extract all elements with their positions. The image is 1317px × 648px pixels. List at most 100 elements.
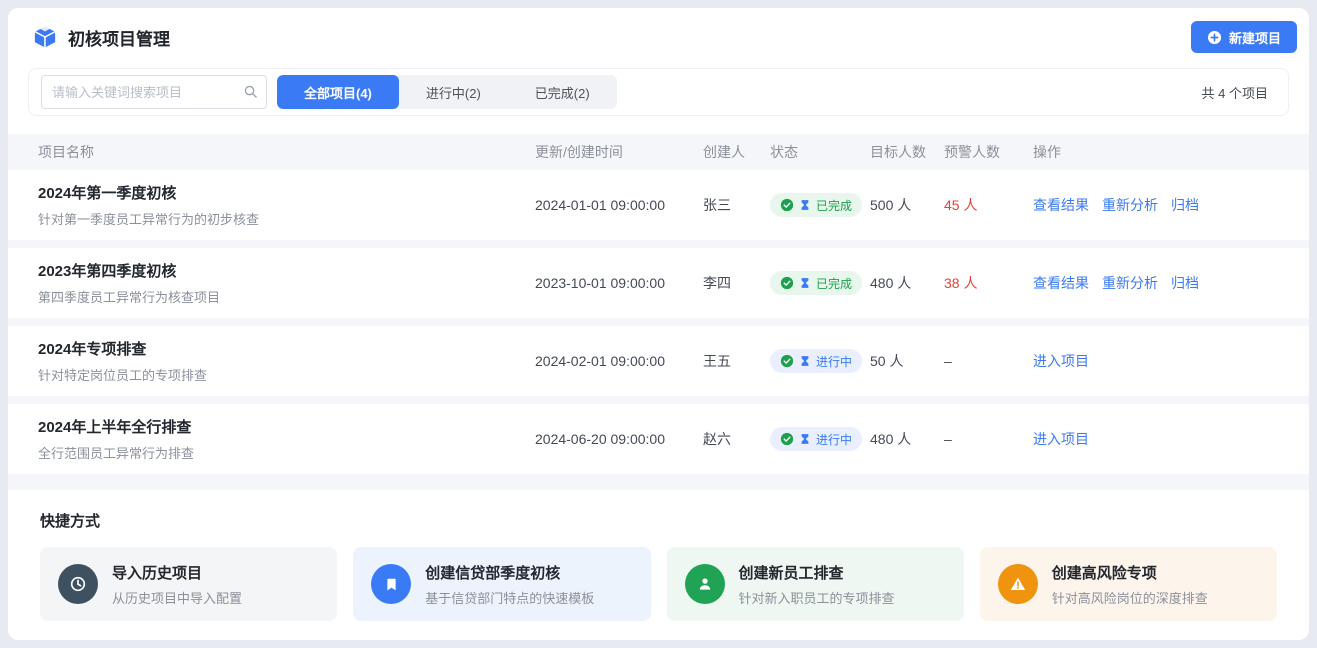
project-table: 项目名称更新/创建时间创建人状态目标人数预警人数操作 2024年第一季度初核 针… [8,134,1309,490]
row-actions: 查看结果重新分析归档 [1033,273,1279,293]
project-time: 2023-10-01 09:00:00 [535,275,703,291]
project-name: 2024年专项排查 [38,338,535,359]
column-header: 操作 [1033,142,1279,162]
shortcut-card[interactable]: 创建高风险专项 针对高风险岗位的深度排查 [980,547,1277,621]
check-circle-icon [780,198,794,212]
hourglass-icon [799,199,811,211]
plus-circle-icon [1207,30,1222,45]
table-header: 项目名称更新/创建时间创建人状态目标人数预警人数操作 [8,134,1309,170]
column-header: 创建人 [703,142,770,162]
table-body: 2024年第一季度初核 针对第一季度员工异常行为的初步核查 2024-01-01… [8,170,1309,474]
column-header: 预警人数 [944,142,1033,162]
project-description: 针对第一季度员工异常行为的初步核查 [38,209,535,228]
row-action-link[interactable]: 重新分析 [1102,195,1158,215]
shortcut-card[interactable]: 创建新员工排查 针对新入职员工的专项排查 [667,547,964,621]
table-row: 2024年第一季度初核 针对第一季度员工异常行为的初步核查 2024-01-01… [8,170,1309,240]
status-label: 进行中 [816,431,852,448]
column-header: 目标人数 [870,142,944,162]
filter-tab[interactable]: 已完成(2) [508,75,617,109]
row-action-link[interactable]: 进入项目 [1033,351,1089,371]
search-icon[interactable] [243,84,258,104]
card-description: 从历史项目中导入配置 [112,588,242,607]
status-badge: 已完成 [770,271,862,295]
warning-count: 45 人 [944,195,1033,215]
column-header: 更新/创建时间 [535,142,703,162]
row-actions: 查看结果重新分析归档 [1033,195,1279,215]
shortcut-cards: 导入历史项目 从历史项目中导入配置 创建信贷部季度初核 [40,547,1277,621]
table-row: 2024年专项排查 针对特定岗位员工的专项排查 2024-02-01 09:00… [8,326,1309,396]
row-action-link[interactable]: 归档 [1171,273,1199,293]
row-action-link[interactable]: 查看结果 [1033,195,1089,215]
project-creator: 李四 [703,273,770,293]
card-title: 创建信贷部季度初核 [425,562,594,583]
project-description: 针对特定岗位员工的专项排查 [38,365,535,384]
card-description: 针对新入职员工的专项排查 [739,588,895,607]
search-input[interactable] [41,75,267,109]
person-icon [697,576,713,592]
filter-tab[interactable]: 进行中(2) [399,75,508,109]
check-circle-icon [780,432,794,446]
target-count: 50 人 [870,351,944,371]
shortcut-card[interactable]: 导入历史项目 从历史项目中导入配置 [40,547,337,621]
row-action-link[interactable]: 进入项目 [1033,429,1089,449]
target-count: 500 人 [870,195,944,215]
status-badge: 进行中 [770,427,862,451]
warning-count: – [944,353,1033,369]
card-description: 针对高风险岗位的深度排查 [1052,588,1208,607]
project-time: 2024-06-20 09:00:00 [535,431,703,447]
status-badge: 已完成 [770,193,862,217]
hourglass-icon [799,433,811,445]
project-creator: 王五 [703,351,770,371]
column-header: 项目名称 [38,142,535,162]
page-header: 初核项目管理 新建项目 [8,8,1309,66]
new-project-button[interactable]: 新建项目 [1191,21,1297,53]
clock-icon [69,575,87,593]
shortcut-card[interactable]: 创建信贷部季度初核 基于信贷部门特点的快速模板 [353,547,650,621]
table-row: 2024年上半年全行排查 全行范围员工异常行为排查 2024-06-20 09:… [8,404,1309,474]
row-action-link[interactable]: 归档 [1171,195,1199,215]
warning-count: – [944,431,1033,447]
filter-tab[interactable]: 全部项目(4) [277,75,399,109]
filter-tabs: 全部项目(4)进行中(2)已完成(2) [277,75,617,109]
total-count: 共 4 个项目 [1202,83,1268,102]
status-label: 进行中 [816,353,852,370]
project-name: 2024年第一季度初核 [38,182,535,203]
filter-toolbar: 全部项目(4)进行中(2)已完成(2) 共 4 个项目 [28,68,1289,116]
column-header: 状态 [770,142,870,162]
status-badge: 进行中 [770,349,862,373]
warning-count: 38 人 [944,273,1033,293]
table-row: 2023年第四季度初核 第四季度员工异常行为核查项目 2023-10-01 09… [8,248,1309,318]
bookmark-icon [384,577,399,592]
project-creator: 张三 [703,195,770,215]
status-label: 已完成 [816,197,852,214]
project-management-panel: 初核项目管理 新建项目 全部项目(4)进行中(2)已完成(2) 共 4 个项目 [8,8,1309,640]
project-time: 2024-01-01 09:00:00 [535,197,703,213]
new-project-label: 新建项目 [1229,28,1281,47]
page-title: 初核项目管理 [68,25,170,50]
card-description: 基于信贷部门特点的快速模板 [425,588,594,607]
project-name: 2023年第四季度初核 [38,260,535,281]
search-box [41,75,267,109]
project-description: 第四季度员工异常行为核查项目 [38,287,535,306]
row-actions: 进入项目 [1033,429,1279,449]
project-time: 2024-02-01 09:00:00 [535,353,703,369]
card-title: 导入历史项目 [112,562,242,583]
project-name: 2024年上半年全行排查 [38,416,535,437]
cube-icon [32,24,58,50]
row-action-link[interactable]: 查看结果 [1033,273,1089,293]
project-creator: 赵六 [703,429,770,449]
card-title: 创建新员工排查 [739,562,895,583]
shortcuts-title: 快捷方式 [40,510,1277,531]
target-count: 480 人 [870,273,944,293]
check-circle-icon [780,276,794,290]
warning-icon [1010,576,1026,592]
target-count: 480 人 [870,429,944,449]
hourglass-icon [799,355,811,367]
row-actions: 进入项目 [1033,351,1279,371]
shortcuts-section: 快捷方式 导入历史项目 从历史项目中导入配置 [8,490,1309,621]
card-title: 创建高风险专项 [1052,562,1208,583]
check-circle-icon [780,354,794,368]
hourglass-icon [799,277,811,289]
status-label: 已完成 [816,275,852,292]
row-action-link[interactable]: 重新分析 [1102,273,1158,293]
